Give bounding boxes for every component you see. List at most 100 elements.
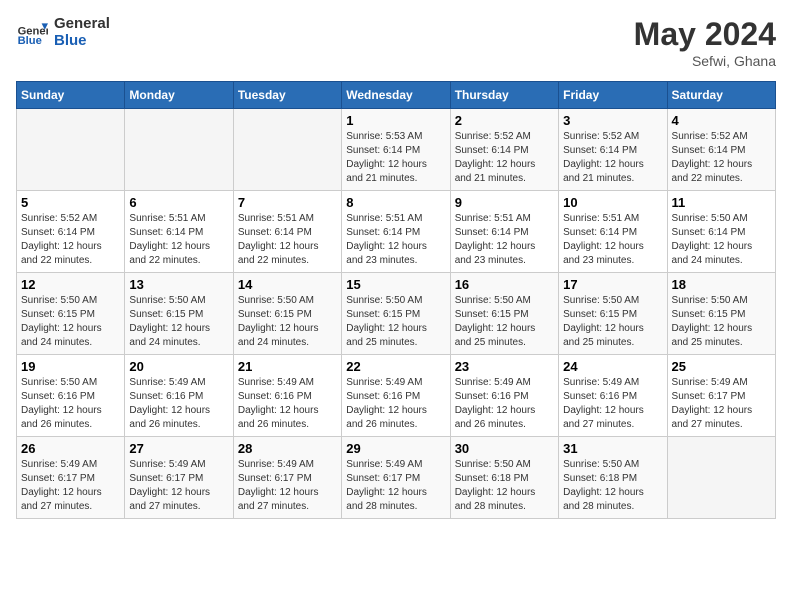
calendar-cell: 27 Sunrise: 5:49 AM Sunset: 6:17 PM Dayli… [125, 437, 233, 519]
day-info: Sunrise: 5:50 AM Sunset: 6:14 PM Dayligh… [672, 212, 771, 268]
calendar-cell: 29 Sunrise: 5:49 AM Sunset: 6:17 PM Dayli… [342, 437, 450, 519]
calendar-week-row: 1 Sunrise: 5:53 AM Sunset: 6:14 PM Daylig… [17, 109, 776, 191]
calendar-cell: 11 Sunrise: 5:50 AM Sunset: 6:14 PM Dayli… [667, 191, 775, 273]
day-number: 29 [346, 441, 445, 456]
calendar-week-row: 12 Sunrise: 5:50 AM Sunset: 6:15 PM Dayli… [17, 273, 776, 355]
day-number: 20 [129, 359, 228, 374]
calendar-cell: 10Sunrise: 5:51 AM Sunset: 6:14 PM Dayli… [559, 191, 667, 273]
day-number: 17 [563, 277, 662, 292]
calendar-cell: 2Sunrise: 5:52 AM Sunset: 6:14 PM Daylig… [450, 109, 558, 191]
day-info: Sunrise: 5:50 AM Sunset: 6:15 PM Dayligh… [563, 294, 662, 350]
day-info: Sunrise: 5:50 AM Sunset: 6:15 PM Dayligh… [21, 294, 120, 350]
day-number: 3 [563, 113, 662, 128]
day-number: 11 [672, 195, 771, 210]
day-number: 22 [346, 359, 445, 374]
calendar-header-row: SundayMondayTuesdayWednesdayThursdayFrid… [17, 82, 776, 109]
calendar-cell: 1 Sunrise: 5:53 AM Sunset: 6:14 PM Daylig… [342, 109, 450, 191]
day-number: 1 [346, 113, 445, 128]
day-number: 12 [21, 277, 120, 292]
calendar-cell [233, 109, 341, 191]
title-block: May 2024 Sefwi, Ghana [634, 16, 776, 69]
day-info: Sunrise: 5:50 AM Sunset: 6:15 PM Dayligh… [129, 294, 228, 350]
calendar-cell: 14 Sunrise: 5:50 AM Sunset: 6:15 PM Dayli… [233, 273, 341, 355]
day-info: Sunrise: 5:53 AM Sunset: 6:14 PM Dayligh… [346, 130, 445, 186]
day-info: Sunrise: 5:50 AM Sunset: 6:18 PM Dayligh… [563, 458, 662, 514]
day-info: Sunrise: 5:52 AM Sunset: 6:14 PM Dayligh… [21, 212, 120, 268]
day-number: 27 [129, 441, 228, 456]
day-info: Sunrise: 5:49 AM Sunset: 6:16 PM Dayligh… [563, 376, 662, 432]
day-number: 14 [238, 277, 337, 292]
calendar-cell: 6 Sunrise: 5:51 AM Sunset: 6:14 PM Daylig… [125, 191, 233, 273]
day-info: Sunrise: 5:51 AM Sunset: 6:14 PM Dayligh… [563, 212, 662, 268]
calendar-table: SundayMondayTuesdayWednesdayThursdayFrid… [16, 81, 776, 519]
logo: General Blue General Blue [16, 16, 110, 49]
day-info: Sunrise: 5:49 AM Sunset: 6:17 PM Dayligh… [129, 458, 228, 514]
calendar-cell: 19 Sunrise: 5:50 AM Sunset: 6:16 PM Dayli… [17, 355, 125, 437]
calendar-cell: 26 Sunrise: 5:49 AM Sunset: 6:17 PM Dayli… [17, 437, 125, 519]
calendar-cell: 21 Sunrise: 5:49 AM Sunset: 6:16 PM Dayli… [233, 355, 341, 437]
day-info: Sunrise: 5:50 AM Sunset: 6:15 PM Dayligh… [238, 294, 337, 350]
day-info: Sunrise: 5:51 AM Sunset: 6:14 PM Dayligh… [346, 212, 445, 268]
logo-icon: General Blue [16, 17, 48, 49]
day-number: 13 [129, 277, 228, 292]
day-number: 5 [21, 195, 120, 210]
day-info: Sunrise: 5:52 AM Sunset: 6:14 PM Dayligh… [455, 130, 554, 186]
calendar-cell: 24 Sunrise: 5:49 AM Sunset: 6:16 PM Dayli… [559, 355, 667, 437]
day-info: Sunrise: 5:50 AM Sunset: 6:16 PM Dayligh… [21, 376, 120, 432]
calendar-cell [17, 109, 125, 191]
day-number: 6 [129, 195, 228, 210]
logo-general: General [54, 16, 110, 33]
calendar-cell: 25Sunrise: 5:49 AM Sunset: 6:17 PM Dayli… [667, 355, 775, 437]
day-number: 4 [672, 113, 771, 128]
day-info: Sunrise: 5:50 AM Sunset: 6:15 PM Dayligh… [346, 294, 445, 350]
calendar-cell: 23 Sunrise: 5:49 AM Sunset: 6:16 PM Dayli… [450, 355, 558, 437]
calendar-week-row: 26 Sunrise: 5:49 AM Sunset: 6:17 PM Dayli… [17, 437, 776, 519]
day-info: Sunrise: 5:50 AM Sunset: 6:15 PM Dayligh… [455, 294, 554, 350]
day-number: 9 [455, 195, 554, 210]
day-number: 19 [21, 359, 120, 374]
calendar-cell [667, 437, 775, 519]
calendar-cell: 13 Sunrise: 5:50 AM Sunset: 6:15 PM Dayli… [125, 273, 233, 355]
calendar-cell: 7Sunrise: 5:51 AM Sunset: 6:14 PM Daylig… [233, 191, 341, 273]
svg-text:Blue: Blue [18, 35, 42, 47]
calendar-cell: 15 Sunrise: 5:50 AM Sunset: 6:15 PM Dayli… [342, 273, 450, 355]
calendar-cell: 30 Sunrise: 5:50 AM Sunset: 6:18 PM Dayli… [450, 437, 558, 519]
day-info: Sunrise: 5:49 AM Sunset: 6:17 PM Dayligh… [238, 458, 337, 514]
day-number: 25 [672, 359, 771, 374]
column-header-monday: Monday [125, 82, 233, 109]
column-header-sunday: Sunday [17, 82, 125, 109]
calendar-cell: 18Sunrise: 5:50 AM Sunset: 6:15 PM Dayli… [667, 273, 775, 355]
calendar-cell: 12 Sunrise: 5:50 AM Sunset: 6:15 PM Dayli… [17, 273, 125, 355]
day-info: Sunrise: 5:49 AM Sunset: 6:16 PM Dayligh… [346, 376, 445, 432]
day-info: Sunrise: 5:51 AM Sunset: 6:14 PM Dayligh… [129, 212, 228, 268]
day-number: 26 [21, 441, 120, 456]
day-info: Sunrise: 5:49 AM Sunset: 6:17 PM Dayligh… [21, 458, 120, 514]
calendar-cell: 17 Sunrise: 5:50 AM Sunset: 6:15 PM Dayli… [559, 273, 667, 355]
column-header-thursday: Thursday [450, 82, 558, 109]
day-info: Sunrise: 5:50 AM Sunset: 6:18 PM Dayligh… [455, 458, 554, 514]
calendar-week-row: 5 Sunrise: 5:52 AM Sunset: 6:14 PM Daylig… [17, 191, 776, 273]
day-info: Sunrise: 5:49 AM Sunset: 6:16 PM Dayligh… [238, 376, 337, 432]
day-info: Sunrise: 5:50 AM Sunset: 6:15 PM Dayligh… [672, 294, 771, 350]
day-number: 23 [455, 359, 554, 374]
calendar-cell: 20 Sunrise: 5:49 AM Sunset: 6:16 PM Dayli… [125, 355, 233, 437]
logo-blue: Blue [54, 33, 110, 50]
day-number: 21 [238, 359, 337, 374]
day-info: Sunrise: 5:52 AM Sunset: 6:14 PM Dayligh… [563, 130, 662, 186]
calendar-cell [125, 109, 233, 191]
column-header-tuesday: Tuesday [233, 82, 341, 109]
day-info: Sunrise: 5:49 AM Sunset: 6:17 PM Dayligh… [346, 458, 445, 514]
day-info: Sunrise: 5:52 AM Sunset: 6:14 PM Dayligh… [672, 130, 771, 186]
day-info: Sunrise: 5:49 AM Sunset: 6:16 PM Dayligh… [129, 376, 228, 432]
day-info: Sunrise: 5:49 AM Sunset: 6:16 PM Dayligh… [455, 376, 554, 432]
day-number: 24 [563, 359, 662, 374]
day-number: 30 [455, 441, 554, 456]
column-header-friday: Friday [559, 82, 667, 109]
calendar-cell: 28Sunrise: 5:49 AM Sunset: 6:17 PM Dayli… [233, 437, 341, 519]
calendar-cell: 16Sunrise: 5:50 AM Sunset: 6:15 PM Dayli… [450, 273, 558, 355]
calendar-week-row: 19 Sunrise: 5:50 AM Sunset: 6:16 PM Dayli… [17, 355, 776, 437]
day-number: 15 [346, 277, 445, 292]
column-header-saturday: Saturday [667, 82, 775, 109]
day-info: Sunrise: 5:51 AM Sunset: 6:14 PM Dayligh… [455, 212, 554, 268]
page-header: General Blue General Blue May 2024 Sefwi… [16, 16, 776, 69]
